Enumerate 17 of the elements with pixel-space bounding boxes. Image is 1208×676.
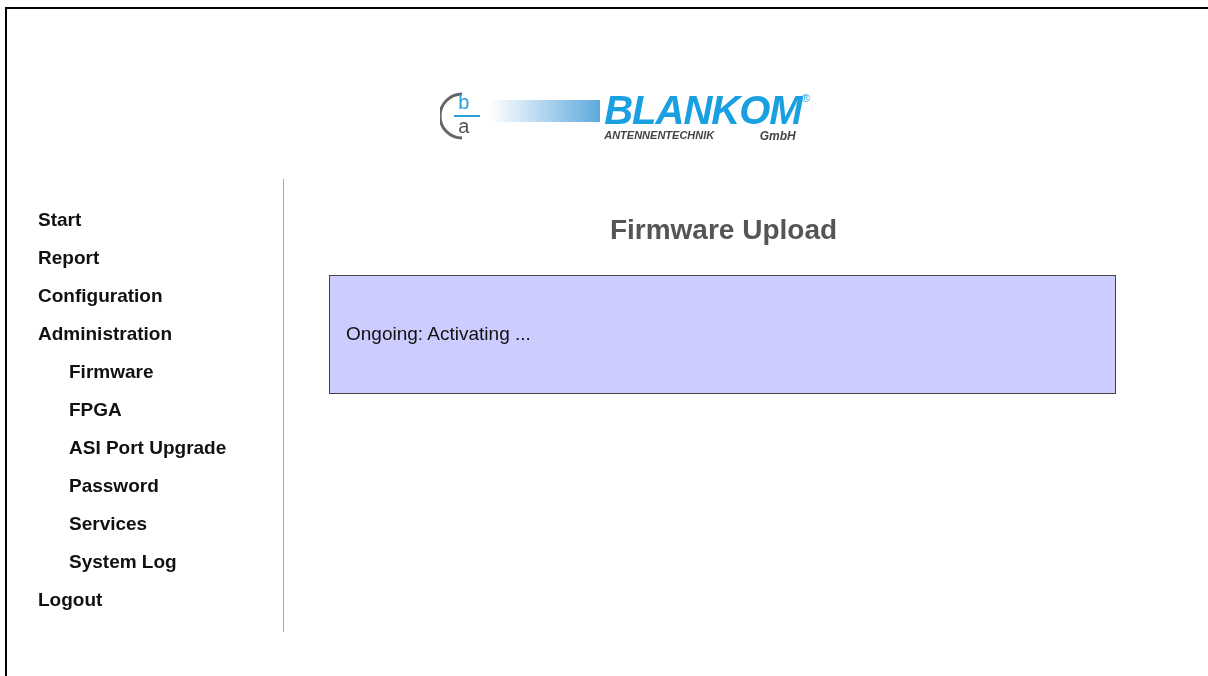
nav-link[interactable]: Start	[38, 205, 82, 235]
nav-sublink[interactable]: Services	[69, 509, 148, 539]
nav-sublink[interactable]: Firmware	[69, 357, 154, 387]
nav-link[interactable]: Logout	[38, 585, 103, 615]
logo-subtitle: ANTENNENTECHNIK	[604, 130, 715, 142]
nav-link[interactable]: Configuration	[38, 281, 163, 311]
nav-sublink[interactable]: FPGA	[69, 395, 122, 425]
status-message: Ongoing: Activating ...	[346, 322, 531, 347]
nav-link[interactable]: Administration	[38, 319, 173, 349]
nav-sublink[interactable]: ASI Port Upgrade	[69, 433, 227, 463]
logo-company-form: GmbH	[759, 130, 796, 142]
nav-link[interactable]: Report	[38, 243, 100, 273]
page-title: Firmware Upload	[608, 213, 839, 247]
logo-mark: b a	[440, 88, 487, 144]
nav-sublink[interactable]: Password	[69, 471, 159, 501]
logo-name: BLANKOM	[604, 90, 802, 130]
nav-sublink[interactable]: System Log	[69, 547, 177, 577]
